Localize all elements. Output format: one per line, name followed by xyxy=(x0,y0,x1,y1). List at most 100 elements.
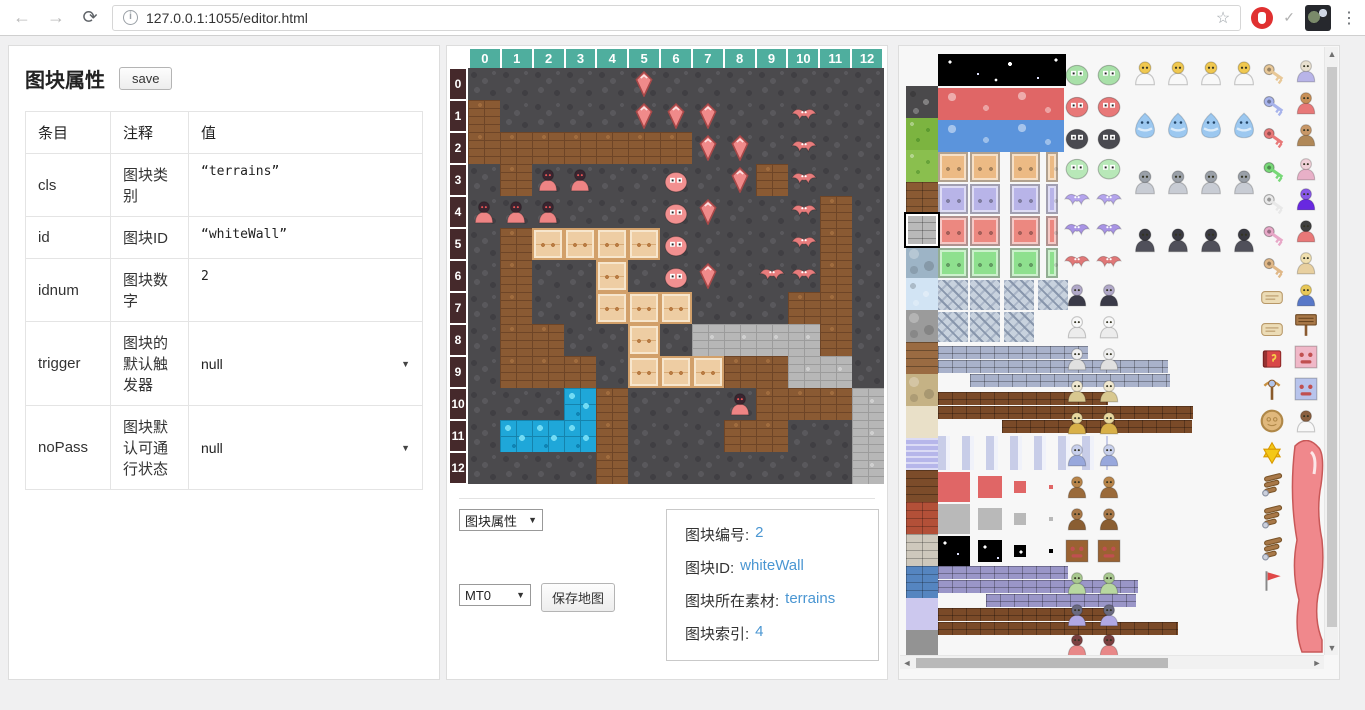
map-tile[interactable] xyxy=(692,452,724,484)
map-tile-gem[interactable] xyxy=(692,100,724,132)
map-tile[interactable] xyxy=(500,68,532,100)
map-tile[interactable] xyxy=(500,260,532,292)
map-tile[interactable] xyxy=(660,132,692,164)
map-tile-slime[interactable] xyxy=(660,260,692,292)
palette-sprite-angel-frame-2[interactable] xyxy=(1164,58,1192,88)
map-tile[interactable] xyxy=(852,228,884,260)
bookmark-star-icon[interactable]: ☆ xyxy=(1216,8,1230,28)
palette-sprite-amulet-coin[interactable] xyxy=(1259,408,1285,434)
map-tile[interactable] xyxy=(468,356,500,388)
map-tile[interactable] xyxy=(756,420,788,452)
map-tile[interactable] xyxy=(500,228,532,260)
palette-gray-patches[interactable] xyxy=(1014,513,1026,525)
palette-tile-glass[interactable] xyxy=(906,598,938,630)
map-tile[interactable] xyxy=(628,292,660,324)
map-tile[interactable] xyxy=(724,420,756,452)
map-tile[interactable] xyxy=(756,452,788,484)
property-select-noPass[interactable]: null▼ xyxy=(201,440,410,456)
url-bar[interactable]: i 127.0.0.1:1055/editor.html ☆ xyxy=(112,5,1241,31)
palette-sprite-blue-key[interactable] xyxy=(1261,92,1287,118)
map-tile[interactable] xyxy=(564,324,596,356)
palette-sprite-holy-staff[interactable] xyxy=(1259,376,1285,402)
map-tile-bat[interactable] xyxy=(788,260,820,292)
map-tile[interactable] xyxy=(852,420,884,452)
map-tile[interactable] xyxy=(852,68,884,100)
palette-lavender-bricks[interactable] xyxy=(938,360,1168,373)
map-tile[interactable] xyxy=(820,292,852,324)
map-tile[interactable] xyxy=(596,388,628,420)
palette-sprite-star-of-david[interactable] xyxy=(1259,440,1285,466)
palette-sprite-skeleton-2[interactable] xyxy=(1096,314,1122,340)
map-tile[interactable] xyxy=(596,132,628,164)
map-tile-slime[interactable] xyxy=(660,228,692,260)
palette-ornate-green-tile[interactable] xyxy=(1046,248,1058,278)
palette-ornate-orange-tile[interactable] xyxy=(1010,152,1040,182)
map-tile-monk[interactable] xyxy=(724,388,756,420)
map-tile[interactable] xyxy=(852,356,884,388)
vertical-scrollbar[interactable]: ▲ ▼ xyxy=(1324,47,1338,655)
map-tile-bat[interactable] xyxy=(756,260,788,292)
palette-sprite-parchment[interactable] xyxy=(1259,316,1285,342)
floor-select[interactable]: MT0▼ xyxy=(459,584,531,606)
map-tile[interactable] xyxy=(724,324,756,356)
palette-sprite-blue-face-wall[interactable] xyxy=(1293,376,1319,402)
map-tile[interactable] xyxy=(660,68,692,100)
map-tile-bat[interactable] xyxy=(788,132,820,164)
map-tile-monk[interactable] xyxy=(468,196,500,228)
map-tile[interactable] xyxy=(468,228,500,260)
palette-sprite-demon-frame-4[interactable] xyxy=(1230,214,1258,266)
map-tile[interactable] xyxy=(532,228,564,260)
map-tile[interactable] xyxy=(468,164,500,196)
forward-button[interactable]: → xyxy=(44,7,68,28)
palette-gray-patches[interactable] xyxy=(978,508,1002,530)
map-tile-monk[interactable] xyxy=(532,164,564,196)
palette-ornate-red-tile[interactable] xyxy=(970,216,1000,246)
palette-tile-red-brick[interactable] xyxy=(906,502,938,534)
map-tile[interactable] xyxy=(820,68,852,100)
palette-tile-rocks[interactable] xyxy=(906,310,938,342)
palette-star-patches[interactable] xyxy=(1049,549,1053,553)
map-tile[interactable] xyxy=(468,100,500,132)
palette-ornate-orange-tile[interactable] xyxy=(938,152,968,182)
palette-ornate-green-tile[interactable] xyxy=(1010,248,1040,278)
palette-sprite-old-man[interactable] xyxy=(1293,58,1319,84)
palette-sprite-pink-key[interactable] xyxy=(1261,222,1287,248)
map-tile[interactable] xyxy=(756,164,788,196)
palette-tile-pebbles[interactable] xyxy=(906,278,938,310)
palette-ornate-orange-tile[interactable] xyxy=(1046,152,1058,182)
map-tile[interactable] xyxy=(564,420,596,452)
map-tile[interactable] xyxy=(756,356,788,388)
scroll-up-icon[interactable]: ▲ xyxy=(1325,47,1339,61)
map-tile[interactable] xyxy=(500,324,532,356)
map-tile[interactable] xyxy=(468,68,500,100)
map-tile[interactable] xyxy=(628,260,660,292)
map-tile[interactable] xyxy=(724,68,756,100)
map-tile[interactable] xyxy=(724,100,756,132)
palette-brown-bricks-2[interactable] xyxy=(938,622,1178,635)
palette-sprite-tan-key[interactable] xyxy=(1261,60,1287,86)
map-tile-gem[interactable] xyxy=(692,260,724,292)
palette-tile-tan-rocks[interactable] xyxy=(906,374,938,406)
palette-tile-wood[interactable] xyxy=(906,470,938,502)
palette-sprite-big-key[interactable] xyxy=(1261,254,1287,280)
map-tile[interactable] xyxy=(788,420,820,452)
map-tile[interactable] xyxy=(468,260,500,292)
map-tile[interactable] xyxy=(660,452,692,484)
palette-sprite-purple-bat-2[interactable] xyxy=(1096,188,1122,214)
map-tile[interactable] xyxy=(756,388,788,420)
map-tile[interactable] xyxy=(564,228,596,260)
palette-lattice-row-1[interactable] xyxy=(1004,280,1034,310)
map-tile[interactable] xyxy=(756,68,788,100)
palette-tile-sand[interactable] xyxy=(906,406,938,438)
reload-button[interactable]: ⟳ xyxy=(78,7,102,28)
palette-sprite-red-slime-2[interactable] xyxy=(1096,92,1122,118)
map-tile-monk[interactable] xyxy=(500,196,532,228)
palette-sprite-hero[interactable] xyxy=(1293,282,1319,308)
map-tile[interactable] xyxy=(788,324,820,356)
palette-tile-cobble[interactable] xyxy=(906,246,938,278)
map-tile[interactable] xyxy=(564,100,596,132)
palette-sprite-water-spirit-frame-2[interactable] xyxy=(1164,102,1192,150)
palette-tile-white-brick[interactable] xyxy=(906,534,938,566)
palette-lava-patches[interactable] xyxy=(1049,485,1053,489)
palette-sprite-knight-frame-4[interactable] xyxy=(1230,156,1258,208)
